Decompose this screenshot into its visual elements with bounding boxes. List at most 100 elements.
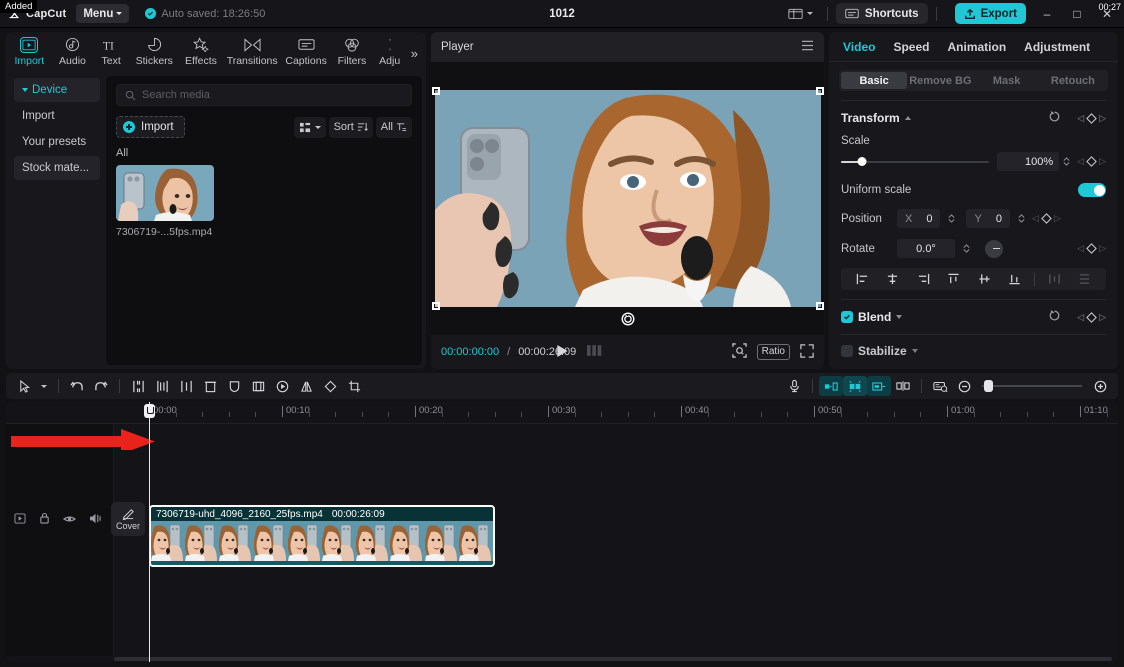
scale-slider[interactable]: [841, 155, 990, 169]
hamburger-icon[interactable]: [801, 40, 814, 54]
tab-audio[interactable]: Audio: [53, 34, 93, 67]
rotate-stepper[interactable]: [962, 242, 971, 255]
crop-icon[interactable]: [342, 376, 366, 396]
segment-mask[interactable]: Mask: [974, 72, 1040, 89]
transform-handle-br[interactable]: [815, 302, 824, 310]
rotate-dial[interactable]: [985, 239, 1003, 258]
tab-captions[interactable]: Captions: [281, 34, 331, 67]
timeline-ruler[interactable]: 00:00 00:10 00:20 00:30 00:40 00:50 01:00 01:10: [6, 402, 1118, 424]
tab-video[interactable]: Video: [843, 40, 875, 54]
align-top-icon[interactable]: [939, 268, 970, 290]
position-x-input[interactable]: X 0: [897, 209, 941, 228]
chevron-down-icon[interactable]: [911, 349, 918, 353]
stabilize-checkbox[interactable]: [841, 345, 853, 357]
media-item[interactable]: Added 00:27 7306719-...5fps.mp4: [0, 0, 1121, 238]
trim-left-icon[interactable]: [150, 376, 174, 396]
speed-icon[interactable]: [270, 376, 294, 396]
align-right-icon[interactable]: [908, 268, 939, 290]
lock-icon[interactable]: [39, 512, 50, 527]
timeline[interactable]: 00:00 00:10 00:20 00:30 00:40 00:50 01:00 01:10…: [6, 402, 1118, 662]
scale-value-input[interactable]: 100%: [997, 152, 1060, 171]
chevron-down-icon[interactable]: [896, 315, 903, 319]
filter-button[interactable]: All: [375, 116, 412, 138]
nav-overflow-button[interactable]: »: [407, 46, 426, 61]
position-y-stepper[interactable]: [1017, 212, 1026, 225]
tab-animation[interactable]: Animation: [947, 40, 1006, 54]
align-center-horizontal-icon[interactable]: [878, 268, 909, 290]
scale-keyframe[interactable]: ◁ ▷: [1077, 156, 1106, 167]
timeline-clip[interactable]: 7306719-uhd_4096_2160_25fps.mp4 00:00:26…: [149, 505, 495, 567]
keyframe-next-icon[interactable]: ▷: [1099, 243, 1106, 254]
timeline-scrollbar[interactable]: [6, 656, 1118, 662]
blend-checkbox[interactable]: [841, 311, 853, 323]
layout-button[interactable]: [782, 4, 819, 23]
align-middle-vertical-icon[interactable]: [969, 268, 1000, 290]
eye-icon[interactable]: [62, 513, 77, 527]
keyframe-prev-icon[interactable]: ◁: [1032, 213, 1039, 224]
keyframe-prev-icon[interactable]: ◁: [1077, 113, 1084, 124]
rotate-icon[interactable]: [318, 376, 342, 396]
reset-icon[interactable]: [1048, 110, 1061, 126]
tab-import[interactable]: Import: [6, 34, 53, 67]
auto-snap-left-icon[interactable]: [819, 376, 843, 396]
blend-keyframe[interactable]: ◁ ▷: [1077, 312, 1106, 323]
export-button[interactable]: Export: [954, 3, 1026, 24]
search-bar[interactable]: Search media: [116, 84, 412, 106]
keyframe-next-icon[interactable]: ▷: [1099, 312, 1106, 323]
zoom-in-button[interactable]: [1088, 376, 1112, 396]
tab-adjustment[interactable]: Adju: [373, 34, 407, 67]
maximize-button[interactable]: □: [1062, 0, 1092, 28]
tab-speed[interactable]: Speed: [893, 40, 929, 54]
undo-icon[interactable]: [65, 376, 89, 396]
keyframe-prev-icon[interactable]: ◁: [1077, 243, 1084, 254]
rotate-input[interactable]: 0.0°: [897, 239, 955, 258]
sort-button[interactable]: Sort: [328, 116, 373, 138]
reset-transform-icon[interactable]: [621, 312, 635, 329]
view-mode-button[interactable]: [293, 116, 326, 138]
blend-section-header[interactable]: Blend ◁ ▷: [841, 309, 1106, 325]
zoom-fit-icon[interactable]: [731, 343, 747, 361]
crop-frame-icon[interactable]: [246, 376, 270, 396]
mirror-icon[interactable]: [294, 376, 318, 396]
keyframe-control[interactable]: ◁ ▷: [1077, 113, 1106, 124]
tab-transitions[interactable]: Transitions: [223, 34, 281, 67]
transform-section-header[interactable]: Transform ◁ ▷: [841, 110, 1106, 126]
shortcuts-button[interactable]: Shortcuts: [835, 3, 928, 24]
keyframe-next-icon[interactable]: ▷: [1099, 156, 1106, 167]
auto-snap-right-icon[interactable]: [867, 376, 891, 396]
auto-snap-center-icon[interactable]: [843, 376, 867, 396]
timeline-zoom-slider[interactable]: [982, 380, 1082, 392]
frame-step-icon[interactable]: [587, 345, 603, 359]
zoom-out-button[interactable]: [952, 376, 976, 396]
mute-icon[interactable]: [89, 513, 102, 527]
cover-button[interactable]: Cover: [111, 502, 145, 536]
chevron-up-icon[interactable]: [904, 116, 911, 120]
keyframe-next-icon[interactable]: ▷: [1099, 113, 1106, 124]
tab-filters[interactable]: Filters: [331, 34, 372, 67]
distribute-horizontal-icon[interactable]: [1039, 268, 1070, 290]
minimize-button[interactable]: –: [1032, 0, 1062, 28]
segment-basic[interactable]: Basic: [841, 72, 908, 89]
scale-stepper[interactable]: [1062, 155, 1071, 168]
position-keyframe[interactable]: ◁ ▷: [1032, 213, 1061, 224]
sidebar-item-your-presets[interactable]: Your presets: [14, 130, 100, 154]
keyframe-prev-icon[interactable]: ◁: [1077, 312, 1084, 323]
select-tool-icon[interactable]: [12, 376, 36, 396]
fullscreen-icon[interactable]: [800, 343, 814, 361]
tab-effects[interactable]: Effects: [179, 34, 224, 67]
distribute-vertical-icon[interactable]: [1070, 268, 1101, 290]
uniform-scale-toggle[interactable]: [1078, 183, 1106, 197]
rotate-keyframe[interactable]: ◁ ▷: [1077, 243, 1106, 254]
close-button[interactable]: ✕: [1092, 0, 1122, 28]
transform-handle-tl[interactable]: [431, 87, 440, 95]
align-left-icon[interactable]: [847, 268, 878, 290]
trim-right-icon[interactable]: [174, 376, 198, 396]
microphone-icon[interactable]: [782, 376, 806, 396]
sidebar-item-device[interactable]: Device: [14, 78, 100, 102]
sidebar-item-stock-material[interactable]: Stock mate...: [14, 156, 100, 180]
sidebar-item-import[interactable]: Import: [14, 104, 100, 128]
delete-icon[interactable]: [198, 376, 222, 396]
align-bottom-icon[interactable]: [1000, 268, 1031, 290]
menu-button[interactable]: Menu: [76, 4, 130, 23]
split-marker-icon[interactable]: [891, 376, 915, 396]
